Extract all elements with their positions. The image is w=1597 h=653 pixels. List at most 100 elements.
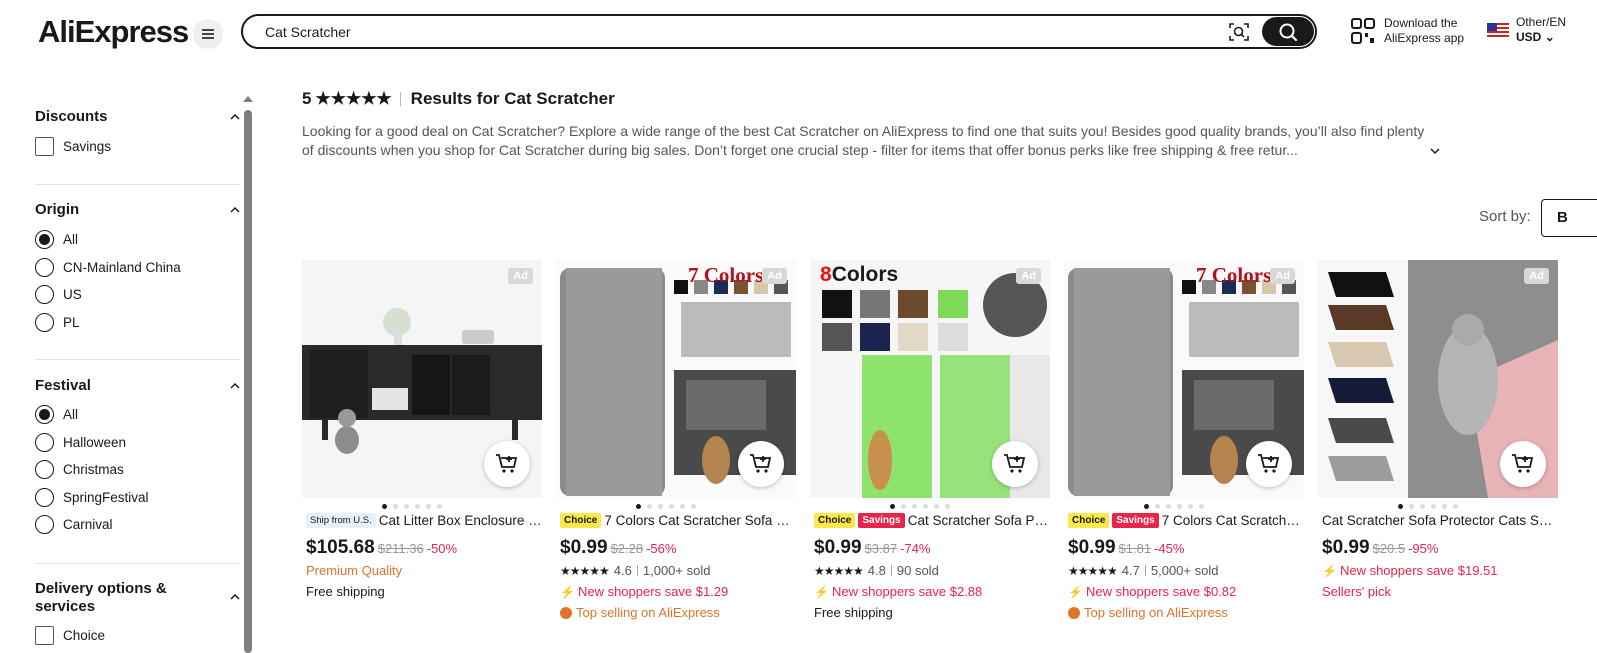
add-to-cart-button[interactable]	[992, 441, 1038, 487]
filter-option-choice[interactable]: Choice	[35, 626, 105, 645]
image-carousel-dots[interactable]	[1144, 504, 1204, 509]
option-label: Choice	[63, 628, 106, 643]
filter-option-halloween[interactable]: Halloween	[35, 433, 126, 452]
cart-icon	[750, 454, 772, 473]
filter-option-us[interactable]: US	[35, 285, 82, 304]
rating-stars-icon: ★★★★★	[1068, 563, 1118, 578]
divider	[35, 563, 240, 564]
product-title-row[interactable]: Choice Savings 7 Colors Cat Scratcher So…	[1068, 513, 1304, 528]
checkbox[interactable]	[35, 626, 54, 645]
add-to-cart-button[interactable]	[738, 441, 784, 487]
hamburger-icon	[202, 29, 214, 39]
savings-badge: Savings	[1112, 513, 1159, 528]
choice-badge: Choice	[814, 513, 856, 528]
product-card[interactable]: 7 Colors Ad Choice 7 Colors Cat Scratche…	[556, 260, 796, 640]
language-label: Other/EN	[1516, 15, 1567, 29]
qr-code-icon[interactable]	[1351, 18, 1375, 44]
top-selling-label: Top selling on AliExpress	[560, 605, 720, 620]
divider	[890, 565, 892, 576]
filter-option-springfestival[interactable]: SpringFestival	[35, 488, 149, 507]
scroll-up-arrow[interactable]	[243, 96, 253, 102]
product-image[interactable]: 8Colors Ad	[810, 260, 1050, 498]
product-title: Cat Litter Box Enclosure Furniture Hidde…	[378, 513, 542, 528]
radio[interactable]	[35, 433, 54, 452]
rating-value: 4.8	[867, 563, 886, 578]
fire-icon	[1068, 606, 1080, 619]
product-title-row[interactable]: Choice 7 Colors Cat Scratcher Sofa Prote…	[560, 513, 796, 528]
product-image[interactable]: 7 Colors Ad	[556, 260, 796, 498]
savings-badge: Savings	[858, 513, 905, 528]
filter-option-christmas[interactable]: Christmas	[35, 460, 124, 479]
filter-option-all[interactable]: All	[35, 405, 78, 424]
product-title-row[interactable]: Cat Scratcher Sofa Protector Cats Scratc…	[1322, 513, 1558, 528]
original-price: $1.81	[1118, 541, 1152, 556]
sidebar-scrollbar[interactable]	[244, 110, 252, 653]
original-price: $211.36	[377, 541, 424, 556]
aliexpress-logo[interactable]: AliExpress	[38, 14, 189, 50]
sort-dropdown[interactable]: B	[1541, 199, 1597, 237]
option-label: All	[63, 232, 79, 247]
offer-text: New shoppers save $0.82	[1085, 584, 1237, 599]
image-carousel-dots[interactable]	[1398, 504, 1458, 509]
expand-chevron-icon[interactable]	[1430, 146, 1440, 156]
image-carousel-dots[interactable]	[382, 504, 442, 509]
stars-icon: ★★★★★	[315, 89, 392, 108]
product-image[interactable]: Ad	[302, 260, 542, 498]
radio[interactable]	[35, 258, 54, 277]
colors-overlay: 7 Colors	[688, 263, 764, 287]
product-title-row[interactable]: Ship from U.S. Cat Litter Box Enclosure …	[306, 513, 542, 528]
radio-selected[interactable]	[35, 405, 54, 424]
radio-selected[interactable]	[35, 230, 54, 249]
chevron-up-icon[interactable]	[230, 381, 240, 391]
fire-icon	[560, 606, 572, 619]
search-input[interactable]	[265, 22, 1215, 42]
bolt-icon: ⚡	[560, 584, 575, 599]
radio[interactable]	[35, 313, 54, 332]
new-shopper-offer: ⚡ New shoppers save $2.88	[814, 584, 982, 599]
product-card[interactable]: Ad Cat Scratcher Sofa Protector Cats Scr…	[1318, 260, 1558, 640]
product-card[interactable]: 7 Colors Ad Choice Savings 7 Colors Cat …	[1064, 260, 1304, 640]
language-currency-selector[interactable]: Other/EN USD ⌄	[1516, 15, 1566, 45]
menu-button[interactable]	[193, 19, 223, 49]
filter-option-all[interactable]: All	[35, 230, 78, 249]
download-app-link[interactable]: Download the AliExpress app	[1384, 16, 1464, 46]
filter-option-carnival[interactable]: Carnival	[35, 515, 113, 534]
chevron-up-icon[interactable]	[230, 592, 240, 602]
image-carousel-dots[interactable]	[636, 504, 696, 509]
radio[interactable]	[35, 285, 54, 304]
chevron-up-icon[interactable]	[230, 112, 240, 122]
sold-count: 90 sold	[896, 563, 939, 578]
product-image[interactable]: 7 Colors Ad	[1064, 260, 1304, 498]
add-to-cart-button[interactable]	[1500, 441, 1546, 487]
search-button[interactable]	[1262, 17, 1314, 46]
shipping-label: Free shipping	[306, 584, 385, 599]
image-search-icon[interactable]	[1229, 22, 1249, 42]
add-to-cart-button[interactable]	[484, 441, 530, 487]
chevron-up-icon[interactable]	[230, 205, 240, 215]
header: AliExpress Download the AliExpress app	[0, 0, 1597, 64]
product-image[interactable]: Ad	[1318, 260, 1558, 498]
rating-value: 4.6	[613, 563, 632, 578]
divider	[399, 92, 401, 106]
filter-festival: Festival All Halloween Christmas SpringF…	[35, 377, 240, 534]
product-card[interactable]: 8Colors Ad Choice Savings Cat Scratcher …	[810, 260, 1050, 640]
choice-badge: Choice	[560, 513, 602, 528]
checkbox[interactable]	[35, 137, 54, 156]
filter-option-pl[interactable]: PL	[35, 313, 80, 332]
product-card[interactable]: Ad Ship from U.S. Cat Litter Box Enclosu…	[302, 260, 542, 640]
bolt-icon: ⚡	[814, 584, 829, 599]
divider	[35, 184, 240, 185]
option-label: SpringFestival	[63, 490, 149, 505]
image-carousel-dots[interactable]	[890, 504, 950, 509]
radio[interactable]	[35, 488, 54, 507]
filter-option-savings[interactable]: Savings	[35, 137, 111, 156]
discount-percent: -95%	[1408, 541, 1439, 556]
rating-value: 4.7	[1121, 563, 1140, 578]
current-price: $0.99	[1322, 537, 1370, 558]
radio[interactable]	[35, 460, 54, 479]
radio[interactable]	[35, 515, 54, 534]
discount-percent: -74%	[900, 541, 931, 556]
add-to-cart-button[interactable]	[1246, 441, 1292, 487]
product-title-row[interactable]: Choice Savings Cat Scratcher Sofa Protec…	[814, 513, 1050, 528]
filter-option-cn[interactable]: CN-Mainland China	[35, 258, 181, 277]
